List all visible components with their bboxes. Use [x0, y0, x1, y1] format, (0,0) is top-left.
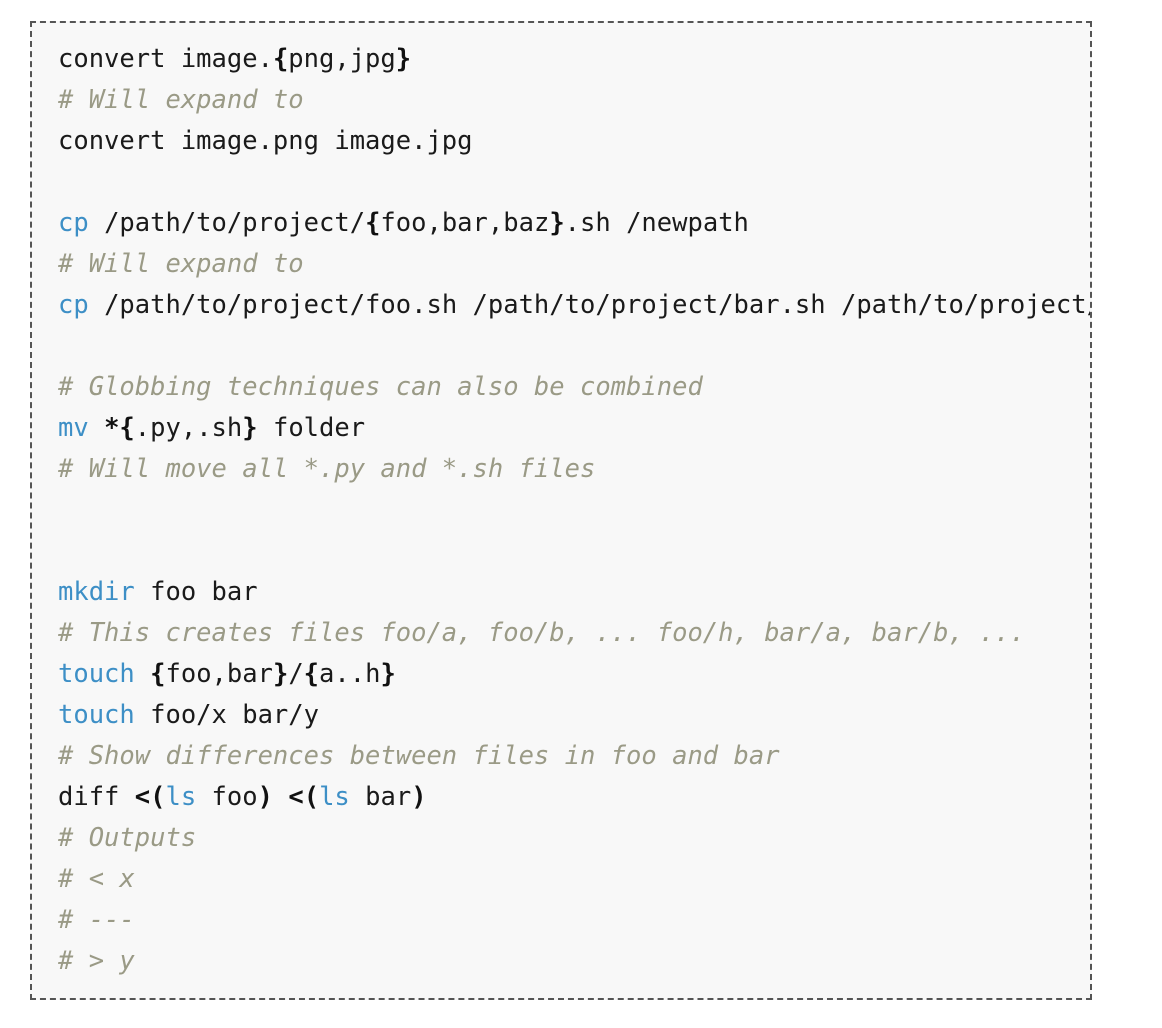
- code-token-cmd: touch: [58, 700, 135, 730]
- code-line: touch foo/x bar/y: [58, 695, 1090, 736]
- code-line: mkdir foo bar: [58, 572, 1090, 613]
- code-line: # Outputs: [58, 818, 1090, 859]
- code-token-plain: foo,bar: [165, 659, 273, 689]
- code-token-plain: /path/to/project/foo.sh /path/to/project…: [104, 290, 1090, 320]
- code-token-plain: png,jpg: [288, 44, 396, 74]
- code-token-cmd: ls: [319, 782, 350, 812]
- code-line: convert image.png image.jpg: [58, 121, 1090, 162]
- code-line: # Show differences between files in foo …: [58, 736, 1090, 777]
- code-token-punct: }: [272, 659, 289, 689]
- code-token-cmt: # Outputs: [58, 823, 197, 853]
- code-line: # Will expand to: [58, 244, 1090, 285]
- code-token-cmt: # Will expand to: [58, 85, 304, 115]
- code-token-cmt: # Will expand to: [58, 249, 304, 279]
- code-token-plain: /: [288, 659, 304, 689]
- code-token-punct: }: [380, 659, 396, 689]
- code-token-cmd: cp: [58, 208, 89, 238]
- code-token-cmt: # ---: [58, 905, 135, 935]
- code-line: # Globbing techniques can also be combin…: [58, 367, 1090, 408]
- code-line: # Will move all *.py and *.sh files: [58, 449, 1090, 490]
- code-token-plain: /path/to/project/: [88, 208, 366, 238]
- code-token-punct: }: [242, 413, 258, 443]
- code-token-punct: ): [411, 782, 427, 812]
- code-content[interactable]: convert image.{png,jpg} # Will expand to c…: [58, 39, 1090, 982]
- code-token-plain: .py,.sh: [134, 413, 243, 443]
- code-line: # ---: [58, 900, 1090, 941]
- code-token-punct: <(: [288, 782, 320, 812]
- code-token-plain: foo,bar,baz: [380, 208, 550, 238]
- code-token-plain: foo bar: [134, 577, 258, 607]
- code-token-punct: *{: [104, 413, 135, 443]
- code-token-cmt: # Show differences between files in foo …: [58, 741, 780, 771]
- code-token-cmd: cp: [58, 290, 89, 320]
- code-token-punct: ): [257, 782, 273, 812]
- code-token-cmt: # < x: [58, 864, 135, 894]
- code-token-punct: {: [150, 659, 166, 689]
- code-token-plain: bar: [349, 782, 412, 812]
- code-line: mv *{.py,.sh} folder: [58, 408, 1090, 449]
- code-line: cp /path/to/project/{foo,bar,baz}.sh /ne…: [58, 203, 1090, 244]
- code-line: # Will expand to: [58, 80, 1090, 121]
- code-token-cmt: # Will move all *.py and *.sh files: [58, 454, 596, 484]
- code-line: diff <(ls foo) <(ls bar): [58, 777, 1090, 818]
- code-token-plain: a..h: [319, 659, 381, 689]
- code-token-punct: {: [365, 208, 381, 238]
- code-token-cmd: mkdir: [58, 577, 135, 607]
- code-token-cmd: touch: [58, 659, 135, 689]
- code-token-plain: convert image.png image.jpg: [58, 126, 473, 156]
- code-token-cmd: mv: [58, 413, 89, 443]
- code-line: # > y: [58, 941, 1090, 982]
- code-line: cp /path/to/project/foo.sh /path/to/proj…: [58, 285, 1090, 326]
- code-token-plain: foo: [196, 782, 258, 812]
- code-token-cmt: # This creates files foo/a, foo/b, ... f…: [58, 618, 1026, 648]
- code-token-punct: <(: [134, 782, 166, 812]
- code-line: convert image.{png,jpg}: [58, 39, 1090, 80]
- code-token-plain: diff: [58, 782, 135, 812]
- code-token-plain: folder: [257, 413, 366, 443]
- code-token-cmt: # Globbing techniques can also be combin…: [58, 372, 703, 402]
- code-token-punct: }: [395, 44, 412, 74]
- code-token-punct: {: [272, 44, 289, 74]
- code-block[interactable]: convert image.{png,jpg} # Will expand to c…: [30, 21, 1092, 1000]
- code-token-plain: convert image.: [58, 44, 273, 74]
- code-token-plain: .sh /newpath: [564, 208, 749, 238]
- code-token-cmd: ls: [165, 782, 197, 812]
- code-token-punct: {: [303, 659, 320, 689]
- code-line: # This creates files foo/a, foo/b, ... f…: [58, 613, 1090, 654]
- code-token-punct: }: [549, 208, 565, 238]
- code-line: # < x: [58, 859, 1090, 900]
- code-token-cmt: # > y: [58, 946, 135, 976]
- code-line: touch {foo,bar}/{a..h}: [58, 654, 1090, 695]
- code-token-plain: foo/x bar/y: [134, 700, 319, 730]
